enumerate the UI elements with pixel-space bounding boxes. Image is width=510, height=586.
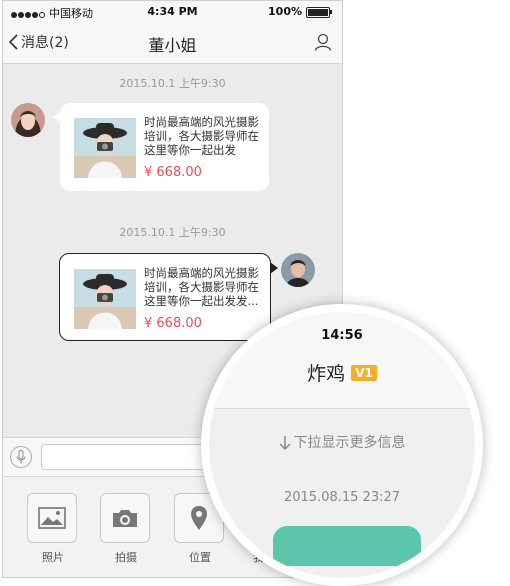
product-image [74,269,136,329]
battery-percent: 100% [268,5,302,18]
arrow-down-icon [278,436,291,451]
microphone-icon [16,450,26,464]
profile-button[interactable] [314,33,332,55]
zoomed-header: 14:56 炸鸡 V1 [209,312,475,409]
zoomed-accent-strip [273,526,421,566]
zoom-callout: 14:56 炸鸡 V1 下拉显示更多信息 2015.08.15 23:27 [201,304,483,586]
pull-to-load-hint[interactable]: 下拉显示更多信息 [209,432,475,452]
battery-icon [306,7,332,18]
tool-camera[interactable]: 拍摄 [100,493,152,565]
message-price: ¥ 668.00 [144,316,202,331]
message-text: 时尚最高端的风光摄影培训，各大摄影导师在这里等你一起出发 [144,115,259,157]
image-icon [38,507,66,529]
product-image [74,118,136,178]
tool-label: 拍摄 [115,551,137,564]
contact-avatar[interactable] [11,103,45,137]
zoomed-title-text: 炸鸡 [307,363,346,385]
tool-label: 位置 [189,551,211,564]
zoomed-timestamp: 2015.08.15 23:27 [283,490,401,505]
message-price: ¥ 668.00 [144,165,202,180]
camera-icon [113,510,137,527]
zoomed-status-time: 14:56 [321,328,363,343]
voice-button[interactable] [10,446,32,468]
message-bubble-received[interactable]: 时尚最高端的风光摄影培训，各大摄影导师在这里等你一起出发 ¥ 668.00 [53,103,269,191]
status-bar: 中国移动 4:34 PM 100% [3,1,342,23]
navigation-bar: 消息(2) 董小姐 [3,23,342,64]
location-pin-icon [191,506,207,530]
tool-photo[interactable]: 照片 [27,493,79,565]
message-timestamp: 2015.10.1 上午9:30 [119,77,226,90]
tool-label: 照片 [42,551,64,564]
message-timestamp: 2015.10.1 上午9:30 [119,226,226,239]
user-avatar[interactable] [281,253,315,287]
message-text: 时尚最高端的风光摄影培训，各大摄影导师在这里等你一起出发发... [144,266,259,308]
pull-hint-text: 下拉显示更多信息 [293,435,406,451]
user-icon [314,33,332,51]
zoomed-title: 炸鸡 V1 [209,359,475,386]
vip-level-badge: V1 [351,364,377,381]
page-title: 董小姐 [148,36,197,55]
